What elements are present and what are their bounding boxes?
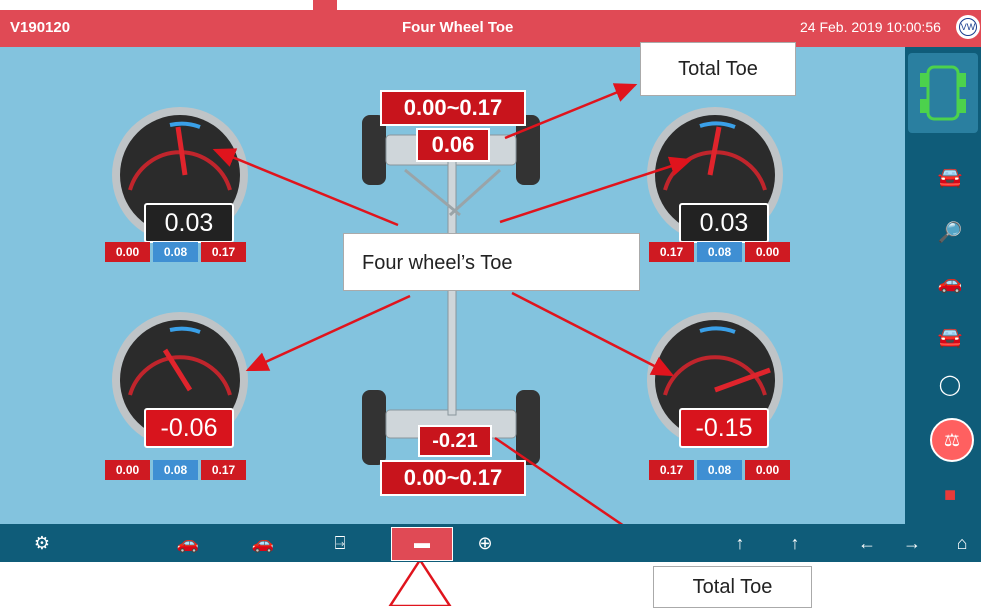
- wheel-gauge-icon[interactable]: ◯: [930, 372, 970, 397]
- car-top-view-icon[interactable]: [908, 53, 978, 133]
- arrow-right-icon[interactable]: →: [900, 533, 924, 554]
- camber-rear-icon[interactable]: ↑: [780, 533, 810, 554]
- camber-front-icon[interactable]: ↑: [725, 533, 755, 554]
- gear-icon[interactable]: ⚙: [30, 533, 54, 554]
- steering-level-icon[interactable]: ⚖: [930, 418, 974, 462]
- car-small-icon[interactable]: ■: [930, 484, 970, 507]
- car-search-icon[interactable]: 🔎: [930, 220, 970, 245]
- arrow-left-icon[interactable]: ←: [855, 533, 879, 554]
- car-front-icon[interactable]: 🚘: [930, 325, 970, 350]
- callout-total-toe-top: Total Toe: [640, 42, 796, 96]
- annotation-arrows: [212, 83, 693, 606]
- home-icon[interactable]: ⌂: [950, 533, 974, 554]
- car-service-icon[interactable]: 🚗: [930, 270, 970, 295]
- callout-four-wheel-toe: Four wheel’s Toe: [343, 233, 640, 291]
- toe-icon[interactable]: ▬: [391, 527, 453, 561]
- car-side2-icon[interactable]: 🚗: [243, 533, 283, 554]
- steering-wheel-icon[interactable]: ⊕: [470, 533, 500, 554]
- callout-total-toe-bottom: Total Toe: [653, 566, 812, 608]
- axle-icon[interactable]: ⍈: [320, 533, 360, 554]
- car-red-icon[interactable]: 🚘: [930, 165, 970, 190]
- car-side-icon[interactable]: 🚗: [168, 533, 208, 554]
